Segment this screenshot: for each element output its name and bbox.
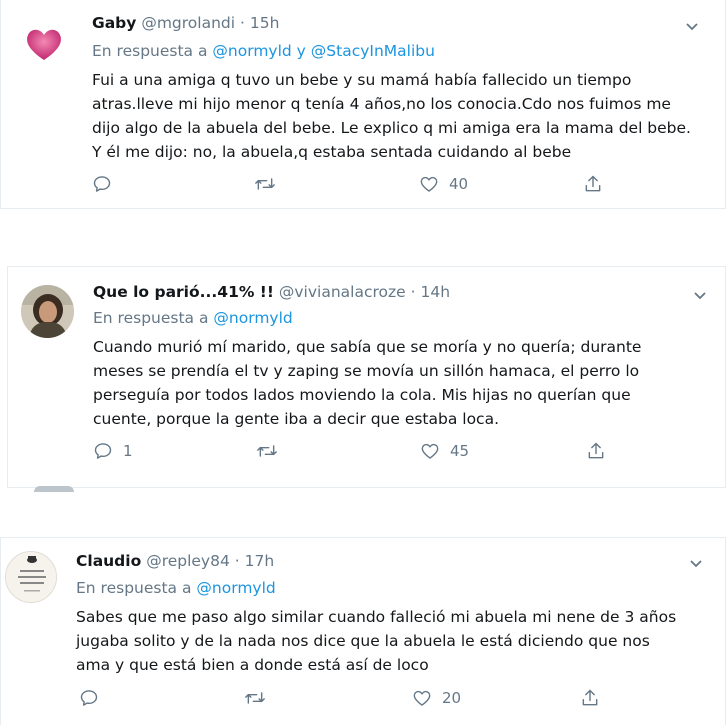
like-icon	[420, 176, 438, 192]
reply-prefix: En respuesta a	[92, 42, 208, 60]
tweet-header: Que lo parió...41% !! @vivianalacroze · …	[93, 283, 450, 301]
separator-dot: ·	[240, 14, 245, 32]
mention-link[interactable]: @StacyInMalibu	[311, 42, 435, 60]
reply-context: En respuesta a @normyld y @StacyInMalibu	[92, 42, 435, 60]
retweet-icon	[255, 178, 275, 190]
share-button[interactable]	[583, 174, 603, 194]
profile-photo	[21, 285, 74, 338]
mention-joiner: y	[296, 42, 306, 60]
separator-dot: ·	[410, 283, 416, 301]
share-button[interactable]	[580, 688, 600, 708]
like-button[interactable]: 45	[420, 441, 469, 461]
tweet-text-line: cuente, porque la gente iba a decir que …	[93, 410, 500, 428]
display-name[interactable]: Gaby	[92, 14, 136, 32]
tweet-text-line: meses se prendía el tv y zaping se movía…	[93, 362, 640, 380]
reply-count: 1	[123, 442, 133, 460]
display-name[interactable]: Claudio	[76, 552, 141, 570]
tweet-text: Sabes que me paso algo similar cuando fa…	[76, 605, 676, 677]
tweet-text: Cuando murió mí marido, que sabía que se…	[93, 335, 641, 431]
tweet-text-line: Cuando murió mí marido, que sabía que se…	[93, 338, 642, 356]
next-avatar-edge	[34, 486, 74, 492]
retweet-icon	[257, 445, 277, 457]
like-button[interactable]: 40	[419, 174, 468, 194]
avatar[interactable]	[21, 285, 74, 338]
like-count: 20	[442, 689, 462, 707]
separator-dot: ·	[234, 552, 240, 570]
user-handle[interactable]: @vivianalacroze	[279, 283, 406, 301]
reply-context: En respuesta a @normyld	[76, 579, 276, 597]
timestamp[interactable]: 17h	[245, 552, 275, 570]
chevron-down-icon[interactable]	[689, 559, 703, 569]
mention-link[interactable]: @normyld	[212, 42, 291, 60]
tweet-text-line: Sabes que me paso algo similar cuando fa…	[76, 608, 677, 626]
reply-icon	[94, 443, 112, 459]
tweet-header: Gaby @mgrolandi · 15h	[92, 14, 279, 32]
user-handle[interactable]: @repley84	[146, 552, 230, 570]
timestamp[interactable]: 15h	[250, 14, 280, 32]
like-icon	[413, 690, 431, 706]
like-count: 45	[450, 442, 470, 460]
retweet-button[interactable]	[244, 688, 276, 708]
mention-link[interactable]: @normyld	[196, 579, 275, 597]
tweet-text-line: Fui a una amiga q tuvo un bebe y su mamá…	[92, 71, 632, 89]
tweet-text-line: Y él me dijo: no, la abuela,q estaba sen…	[92, 143, 572, 161]
tweet-text-line: dijo algo de la abuela del bebe. Le expl…	[92, 119, 691, 137]
share-icon	[582, 689, 598, 706]
share-button[interactable]	[586, 441, 606, 461]
avatar[interactable]	[5, 551, 57, 603]
reply-prefix: En respuesta a	[93, 309, 209, 327]
retweet-icon	[245, 692, 265, 704]
quote-avatar-image	[6, 552, 56, 602]
like-button[interactable]: 20	[412, 688, 461, 708]
tweet-text: Fui a una amiga q tuvo un bebe y su mamá…	[92, 68, 691, 164]
reply-icon	[93, 176, 111, 192]
tweet-text-line: jugaba solito y de la nada nos dice que …	[76, 632, 650, 650]
tweet[interactable]: Que lo parió...41% !! @vivianalacroze · …	[7, 266, 726, 488]
avatar[interactable]	[19, 18, 69, 68]
tweet-text-line: atras.lleve mi hijo menor q tenía 4 años…	[92, 95, 671, 113]
reply-button[interactable]	[92, 174, 122, 194]
chevron-down-icon[interactable]	[693, 291, 707, 301]
timestamp[interactable]: 14h	[420, 283, 450, 301]
reply-icon	[80, 690, 98, 706]
share-icon	[585, 175, 601, 192]
retweet-button[interactable]	[256, 441, 288, 461]
reply-context: En respuesta a @normyld	[93, 309, 293, 327]
tweet-text-line: ama y que está bien a donde está así de …	[76, 656, 429, 674]
chevron-down-icon[interactable]	[685, 22, 699, 32]
tweet[interactable]: Gaby @mgrolandi · 15h En respuesta a @no…	[0, 0, 726, 209]
tweet-header: Claudio @repley84 · 17h	[76, 552, 274, 570]
heart-avatar-image	[27, 29, 61, 60]
reply-prefix: En respuesta a	[76, 579, 192, 597]
like-count: 40	[449, 175, 469, 193]
share-icon	[588, 442, 604, 459]
retweet-button[interactable]	[254, 174, 286, 194]
mention-link[interactable]: @normyld	[213, 309, 292, 327]
reply-button[interactable]: 1	[93, 441, 133, 461]
tweet-text-line: perseguía por todos lados moviendo la co…	[93, 386, 631, 404]
display-name[interactable]: Que lo parió...41% !!	[93, 283, 274, 301]
like-icon	[421, 443, 439, 459]
tweet[interactable]: Claudio @repley84 · 17h En respuesta a @…	[0, 537, 726, 725]
reply-button[interactable]	[79, 688, 109, 708]
user-handle[interactable]: @mgrolandi	[141, 14, 235, 32]
